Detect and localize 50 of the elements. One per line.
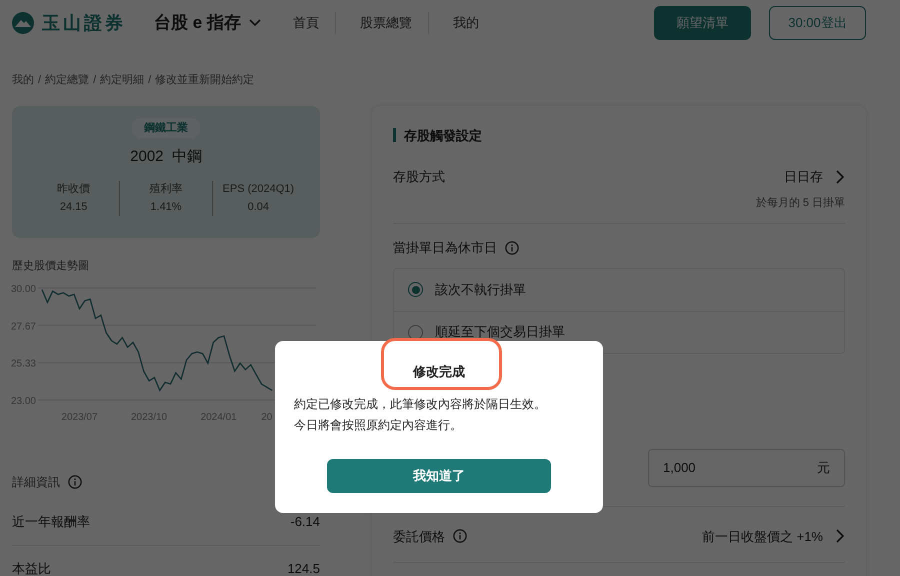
stat-value: 24.15 bbox=[60, 200, 88, 215]
stat-label: EPS (2024Q1) bbox=[222, 182, 294, 196]
schedule-note: 於每月的 5 日掛單 bbox=[756, 196, 845, 210]
stat-value: 1.41% bbox=[150, 200, 182, 215]
amount-field[interactable]: 1,000 元 bbox=[648, 448, 845, 486]
chevron-right-icon bbox=[835, 529, 845, 544]
breadcrumb-link[interactable]: 修改並重新開始約定 bbox=[155, 72, 254, 88]
breadcrumb-link[interactable]: 我的 bbox=[12, 72, 34, 88]
breadcrumb-link[interactable]: 約定總覽 bbox=[45, 72, 90, 88]
mountain-logo-icon bbox=[12, 12, 34, 34]
chevron-down-icon bbox=[248, 19, 261, 27]
dialog-message: 約定已修改完成，此筆修改內容將於隔日生效。 bbox=[294, 396, 547, 412]
chart-title: 歷史股價走勢圖 bbox=[12, 258, 90, 274]
confirm-button[interactable]: 我知道了 bbox=[327, 459, 551, 493]
section-title: 詳細資訊 bbox=[12, 474, 60, 491]
nav-link[interactable]: 首頁 bbox=[292, 13, 319, 33]
stat-value: 0.04 bbox=[248, 200, 270, 215]
radio-button[interactable] bbox=[408, 324, 423, 340]
logout-button[interactable]: 30:00登出 bbox=[769, 6, 866, 40]
breadcrumb-link[interactable]: 約定明細 bbox=[100, 72, 144, 88]
industry-tag: 鋼鐵工業 bbox=[132, 118, 200, 138]
nav-link[interactable]: 股票總覽 bbox=[360, 13, 412, 33]
breadcrumb-separator: / bbox=[148, 73, 152, 88]
radio-option[interactable]: 該次不執行掛單 bbox=[394, 268, 844, 310]
wishlist-button[interactable]: 願望清單 bbox=[654, 6, 751, 40]
info-icon[interactable] bbox=[68, 475, 82, 489]
stat-label: 昨收價 bbox=[57, 182, 90, 196]
field-label: 當掛單日為休市日 bbox=[393, 239, 497, 257]
info-icon[interactable] bbox=[453, 529, 467, 544]
dialog-message: 今日將會按照原約定內容進行。 bbox=[294, 416, 463, 434]
product-dropdown[interactable]: 台股 e 指存 bbox=[154, 10, 261, 36]
breadcrumb-separator: / bbox=[38, 73, 42, 88]
breadcrumb-separator: / bbox=[93, 73, 96, 88]
detail-value: 124.5 bbox=[287, 560, 320, 576]
price-selector[interactable]: 前一日收盤價之 +1% bbox=[702, 526, 845, 546]
field-label: 存股方式 bbox=[393, 168, 445, 186]
info-icon[interactable] bbox=[505, 240, 519, 255]
nav-link[interactable]: 我的 bbox=[452, 13, 479, 33]
chevron-right-icon bbox=[835, 170, 845, 184]
detail-label: 近一年報酬率 bbox=[12, 513, 90, 532]
brand-name: 玉山證券 bbox=[42, 12, 126, 34]
stock-title: 2002 中鋼 bbox=[130, 147, 202, 167]
stat-label: 殖利率 bbox=[149, 182, 182, 196]
panel-title: 存股觸發設定 bbox=[404, 126, 482, 144]
field-label: 委託價格 bbox=[393, 528, 445, 546]
dialog-title: 修改完成 bbox=[413, 363, 465, 381]
radio-button[interactable] bbox=[408, 282, 423, 297]
detail-label: 本益比 bbox=[12, 560, 51, 576]
detail-value: -6.14 bbox=[290, 513, 320, 532]
method-selector[interactable]: 日日存 bbox=[784, 167, 845, 186]
